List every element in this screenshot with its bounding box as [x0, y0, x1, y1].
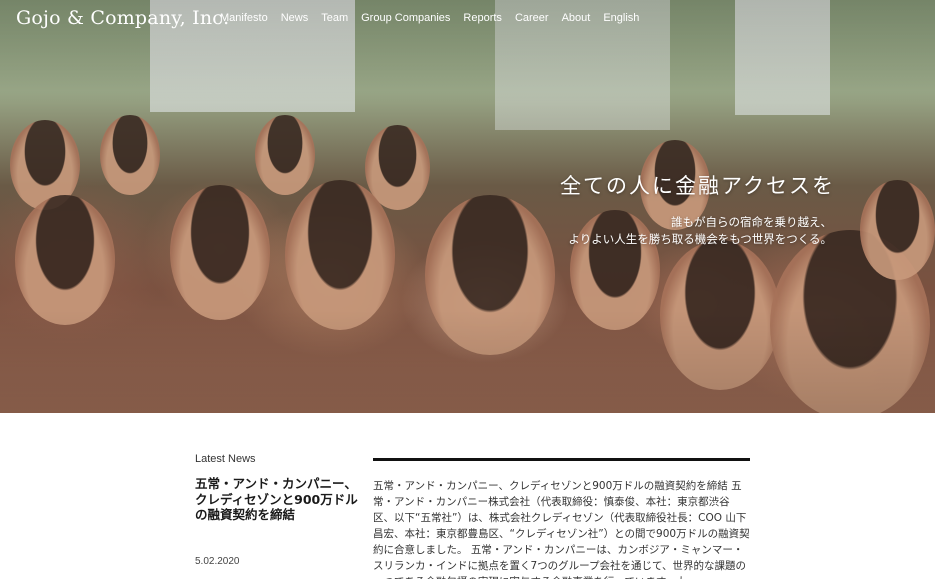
news-body[interactable]: 五常・アンド・カンパニー、クレディセゾンと900万ドルの融資契約を締結 五常・ア…: [373, 478, 750, 579]
nav-about[interactable]: About: [562, 12, 591, 24]
nav-reports[interactable]: Reports: [463, 12, 502, 24]
hero-overlay: [0, 0, 935, 413]
hero-image: [0, 0, 935, 413]
news-divider: [373, 458, 750, 461]
hero-subline-1: 誰もが自らの宿命を乗り越え、: [671, 215, 832, 229]
nav-team[interactable]: Team: [321, 12, 348, 24]
nav-manifesto[interactable]: Manifesto: [220, 12, 268, 24]
latest-news-label: Latest News: [195, 453, 256, 465]
hero-subline: 誰もが自らの宿命を乗り越え、 よりよい人生を勝ち取る機会をもつ世界をつくる。: [480, 214, 832, 248]
news-date: 5.02.2020: [195, 556, 240, 567]
nav-news[interactable]: News: [281, 12, 309, 24]
news-title[interactable]: 五常・アンド・カンパニー、クレディセゾンと900万ドルの融資契約を締結: [195, 476, 360, 523]
hero-subline-2: よりよい人生を勝ち取る機会をもつ世界をつくる。: [568, 232, 832, 246]
nav-group-companies[interactable]: Group Companies: [361, 12, 450, 24]
nav-career[interactable]: Career: [515, 12, 549, 24]
company-logo[interactable]: Gojo & Company, Inc.: [16, 7, 229, 29]
hero-tagline: 全ての人に金融アクセスを: [560, 174, 835, 198]
main-nav: Manifesto News Team Group Companies Repo…: [220, 12, 639, 24]
nav-language-english[interactable]: English: [603, 12, 639, 24]
